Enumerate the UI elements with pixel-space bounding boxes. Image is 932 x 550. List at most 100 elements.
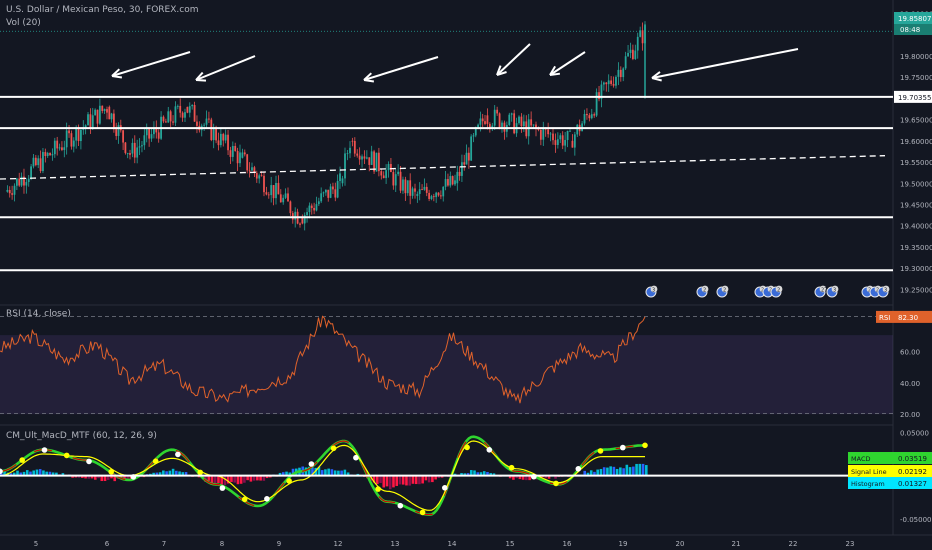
candle[interactable] [208,118,210,120]
candle[interactable] [385,170,388,179]
candle[interactable] [470,136,473,161]
candle[interactable] [270,185,273,196]
candle[interactable] [418,189,421,194]
candle[interactable] [279,194,282,203]
candle[interactable] [488,123,491,128]
candle[interactable] [356,153,359,156]
candle[interactable] [234,146,237,152]
candle[interactable] [588,115,591,119]
candle[interactable] [87,114,89,126]
candle[interactable] [442,186,445,197]
candle[interactable] [380,171,383,176]
candle[interactable] [518,116,520,124]
candle[interactable] [267,194,270,196]
candle[interactable] [619,69,622,78]
candle[interactable] [227,134,229,151]
candle[interactable] [91,115,94,129]
macd-panel[interactable] [0,435,893,517]
symbol-title[interactable]: U.S. Dollar / Mexican Peso, 30, FOREX.co… [6,5,198,15]
candle[interactable] [458,171,461,176]
candle[interactable] [332,186,334,190]
candle[interactable] [513,113,516,134]
candle[interactable] [124,142,127,154]
candle[interactable] [414,188,416,192]
candle[interactable] [595,92,598,116]
candle[interactable] [68,130,70,134]
candle[interactable] [141,145,143,147]
candle[interactable] [143,135,146,146]
candle[interactable] [75,127,78,141]
candle[interactable] [461,162,463,176]
candle[interactable] [108,106,111,120]
candle[interactable] [294,211,297,220]
candle[interactable] [552,133,554,141]
candle[interactable] [188,106,191,113]
candle[interactable] [169,111,172,122]
annotation-arrow[interactable] [111,51,191,77]
candle[interactable] [344,153,346,179]
candle[interactable] [310,205,313,208]
candle[interactable] [205,118,208,125]
candle[interactable] [377,152,380,172]
candle[interactable] [583,113,586,124]
candle[interactable] [423,186,426,190]
candle[interactable] [612,83,615,86]
candle[interactable] [246,154,249,171]
candle[interactable] [451,176,454,185]
candle[interactable] [444,179,447,187]
candle[interactable] [106,109,108,113]
candle[interactable] [164,121,167,123]
candle[interactable] [58,147,61,149]
candle[interactable] [573,134,576,148]
candle[interactable] [549,133,552,135]
candle[interactable] [18,178,21,186]
candle[interactable] [547,129,550,135]
candle[interactable] [361,156,363,160]
candle[interactable] [607,80,610,85]
candle[interactable] [439,195,442,197]
candle[interactable] [313,207,316,211]
candle[interactable] [229,150,232,157]
candle[interactable] [191,105,194,107]
candle[interactable] [454,180,456,185]
candle[interactable] [432,196,435,198]
candle[interactable] [117,125,120,136]
candle[interactable] [590,114,593,119]
candle[interactable] [30,166,32,179]
candle[interactable] [138,146,141,148]
candle[interactable] [42,152,44,172]
candle[interactable] [32,157,35,167]
candle[interactable] [576,124,579,135]
candle[interactable] [346,153,349,155]
candle[interactable] [13,185,16,195]
candle[interactable] [241,152,244,158]
candle[interactable] [481,118,484,122]
candle[interactable] [27,178,30,183]
candle[interactable] [617,69,620,77]
candle[interactable] [465,152,468,165]
candle[interactable] [65,130,68,148]
candle[interactable] [522,121,525,127]
candle[interactable] [339,173,341,182]
candle[interactable] [308,205,311,213]
candle[interactable] [176,105,179,107]
candle[interactable] [634,50,637,59]
candle[interactable] [586,113,588,116]
candle[interactable] [411,188,414,196]
candle[interactable] [136,147,139,158]
candle[interactable] [53,140,56,155]
candle[interactable] [329,186,332,198]
candle[interactable] [564,140,567,146]
candle[interactable] [539,129,542,140]
candle[interactable] [566,130,569,141]
candle[interactable] [510,113,513,115]
candle[interactable] [174,106,177,123]
candle[interactable] [289,201,292,214]
candle[interactable] [181,112,184,118]
candle[interactable] [615,76,617,86]
candle[interactable] [425,186,428,193]
candle[interactable] [428,192,431,199]
candle[interactable] [493,109,496,126]
candle[interactable] [94,109,97,116]
candle[interactable] [167,111,170,123]
